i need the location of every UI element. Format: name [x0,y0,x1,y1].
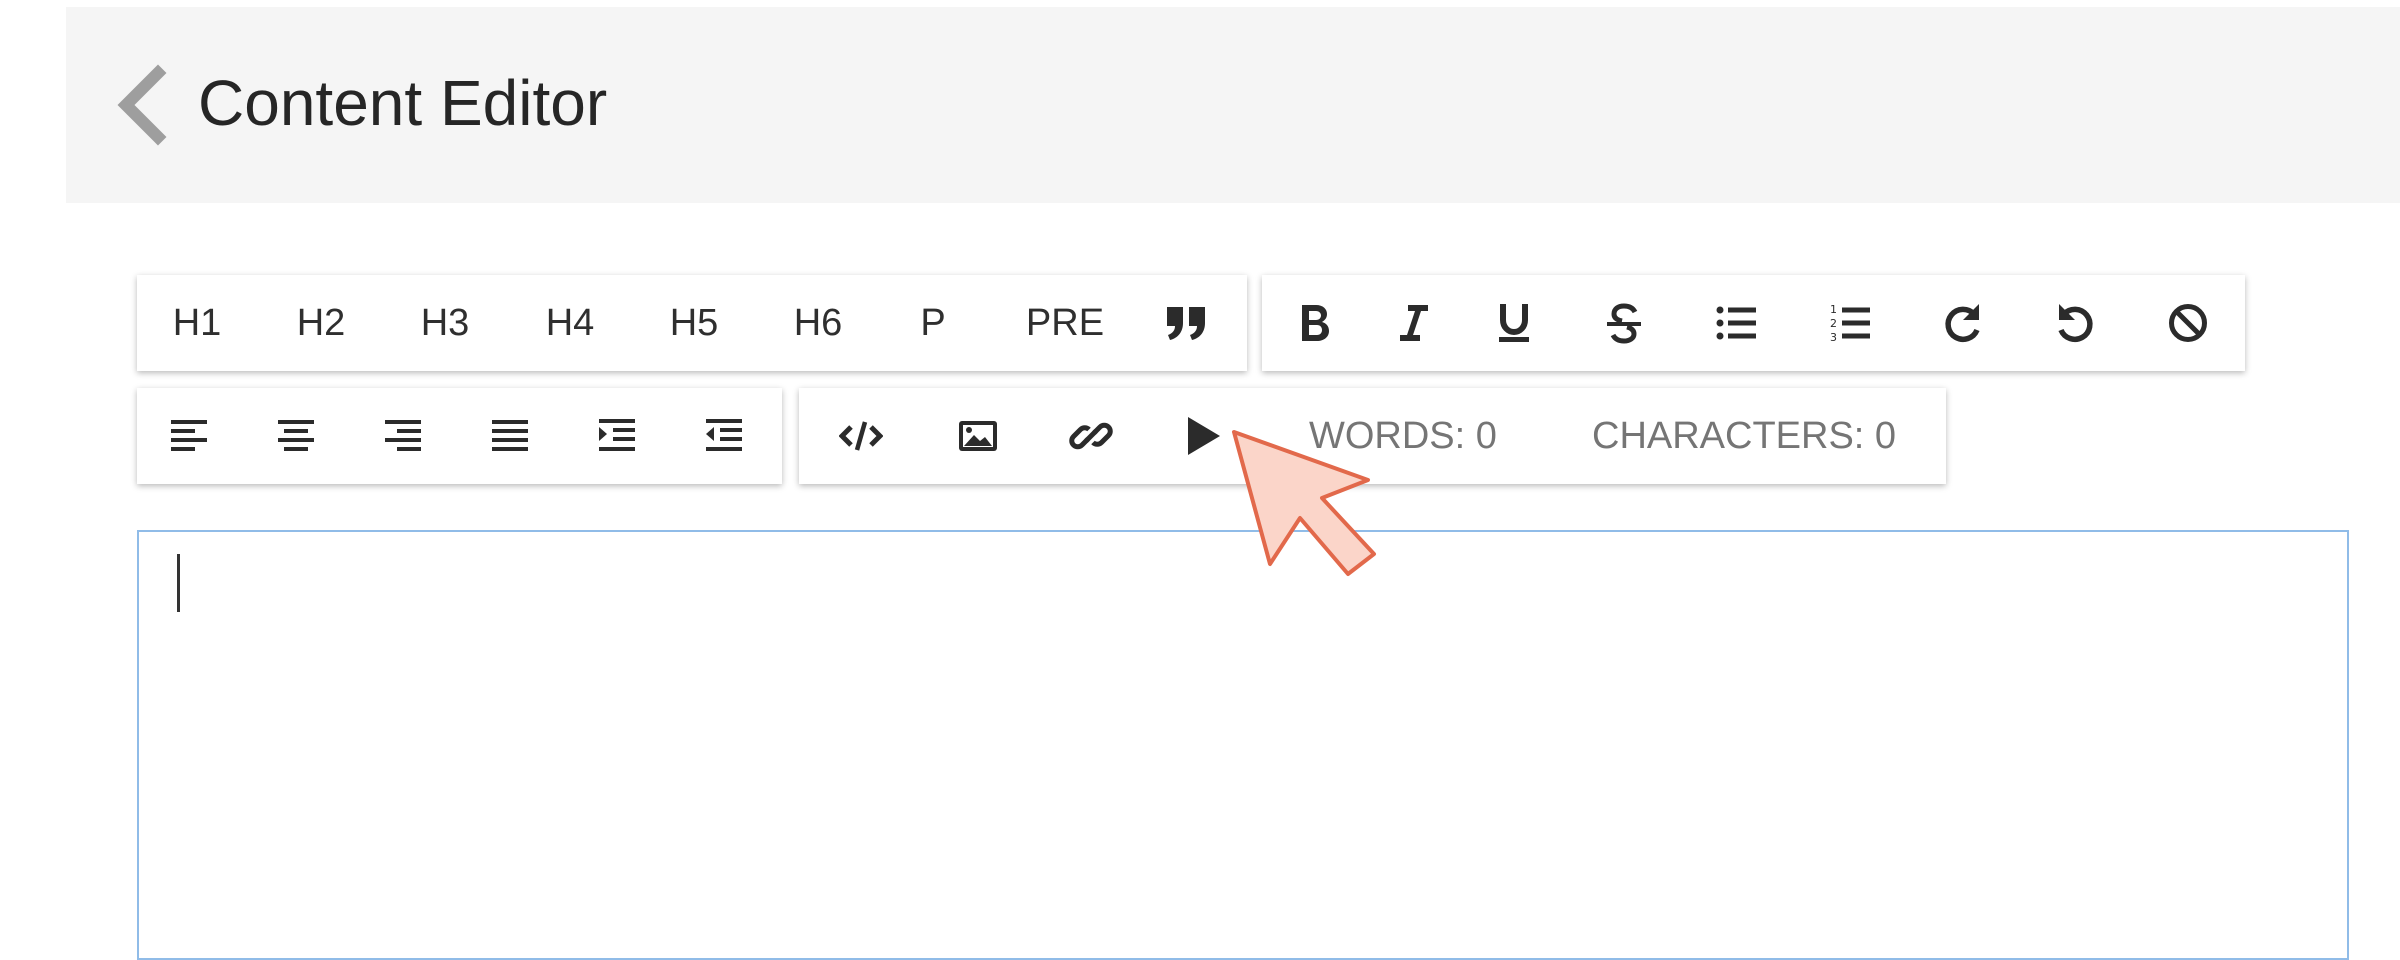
bold-icon [1302,305,1329,341]
app-bar: Content Editor [66,7,2400,203]
underline-button[interactable] [1472,275,1556,371]
chevron-left-icon [117,64,167,146]
numbered-list-icon: 1 2 3 [1830,303,1870,344]
indent-decrease-icon [706,419,742,451]
clear-format-button[interactable] [2146,275,2230,371]
strikethrough-button[interactable] [1582,275,1666,371]
code-icon [839,421,883,451]
image-button[interactable] [936,388,1020,484]
numbered-list-button[interactable]: 1 2 3 [1808,275,1892,371]
blockquote-button[interactable] [1147,275,1225,371]
indent-increase-button[interactable] [575,388,659,484]
h1-button[interactable]: H1 [161,275,233,371]
align-left-button[interactable] [147,388,231,484]
bold-button[interactable] [1272,275,1356,371]
alignment-toolbar [137,388,782,484]
back-button[interactable] [106,63,176,147]
align-right-icon [385,420,421,451]
undo-button[interactable] [2033,275,2117,371]
content-editor-area[interactable] [137,530,2349,960]
align-center-button[interactable] [254,388,338,484]
video-button[interactable] [1160,388,1244,484]
insert-toolbar: WORDS: 0 CHARACTERS: 0 [799,388,1946,484]
strikethrough-icon [1607,303,1641,344]
format-quote-icon [1167,307,1205,340]
page-title: Content Editor [198,67,608,139]
svg-text:3: 3 [1830,331,1837,344]
video-icon [1188,417,1220,455]
text-format-toolbar: 1 2 3 [1262,275,2245,371]
svg-text:2: 2 [1830,317,1837,330]
block-format-toolbar: H1 H2 H3 H4 H5 H6 P PRE [137,275,1247,371]
align-left-icon [171,420,207,451]
h3-button[interactable]: H3 [409,275,481,371]
align-justify-icon [492,420,528,451]
bulleted-list-icon [1716,306,1756,340]
h5-button[interactable]: H5 [658,275,730,371]
link-icon [1069,422,1113,450]
indent-decrease-button[interactable] [682,388,766,484]
italic-icon [1400,305,1428,341]
undo-icon [2058,304,2093,342]
preformatted-button[interactable]: PRE [1011,275,1119,371]
bulleted-list-button[interactable] [1694,275,1778,371]
align-center-icon [278,420,314,451]
italic-button[interactable] [1372,275,1456,371]
image-icon [959,421,997,451]
align-right-button[interactable] [361,388,445,484]
align-justify-button[interactable] [468,388,552,484]
h2-button[interactable]: H2 [285,275,357,371]
h6-button[interactable]: H6 [782,275,854,371]
redo-icon [1945,304,1980,342]
h4-button[interactable]: H4 [534,275,606,371]
code-button[interactable] [819,388,903,484]
character-count: CHARACTERS: 0 [1592,415,1897,457]
text-caret [177,554,180,612]
svg-text:1: 1 [1830,303,1837,316]
underline-icon [1499,304,1529,342]
word-count: WORDS: 0 [1309,415,1497,457]
link-button[interactable] [1049,388,1133,484]
paragraph-button[interactable]: P [909,275,957,371]
indent-increase-icon [599,419,635,451]
redo-button[interactable] [1921,275,2005,371]
clear-format-icon [2169,304,2207,342]
